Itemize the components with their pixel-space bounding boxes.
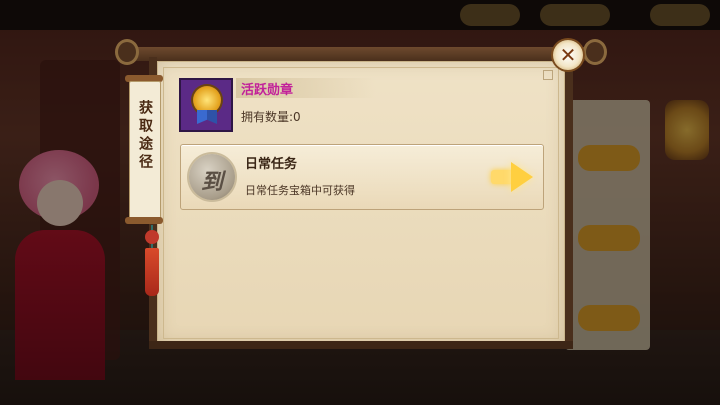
daily-task-glyph: 到 xyxy=(200,170,223,195)
dialog-frame-bottom xyxy=(149,341,573,349)
source-description: 日常任务宝箱中可获得 xyxy=(245,184,355,197)
medal-icon xyxy=(179,78,233,132)
banner-label: 获取途径 xyxy=(137,100,153,172)
arrow-head xyxy=(511,162,533,192)
source-row-daily-task[interactable]: 到 日常任务 日常任务宝箱中可获得 xyxy=(180,144,544,210)
dialog-frame-top xyxy=(115,39,607,65)
banner-scroll: 获取途径 xyxy=(129,81,161,219)
source-title: 日常任务 xyxy=(245,157,298,172)
medal-coin xyxy=(193,86,221,114)
close-button[interactable]: ✕ xyxy=(553,40,583,70)
banner-rod-bottom xyxy=(125,217,163,224)
close-icon: ✕ xyxy=(559,43,577,67)
tassel-knot xyxy=(145,230,159,244)
daily-task-icon: 到 xyxy=(189,154,235,200)
side-banner: 获取途径 xyxy=(125,75,163,225)
tassel xyxy=(145,248,159,296)
item-name: 活跃勋章 xyxy=(241,83,294,98)
medal-ribbon xyxy=(197,110,217,124)
dialog-frame-right xyxy=(565,57,573,345)
go-arrow-icon[interactable] xyxy=(489,160,535,194)
item-count: 拥有数量:0 xyxy=(241,110,301,124)
corner-ornament xyxy=(543,70,553,80)
